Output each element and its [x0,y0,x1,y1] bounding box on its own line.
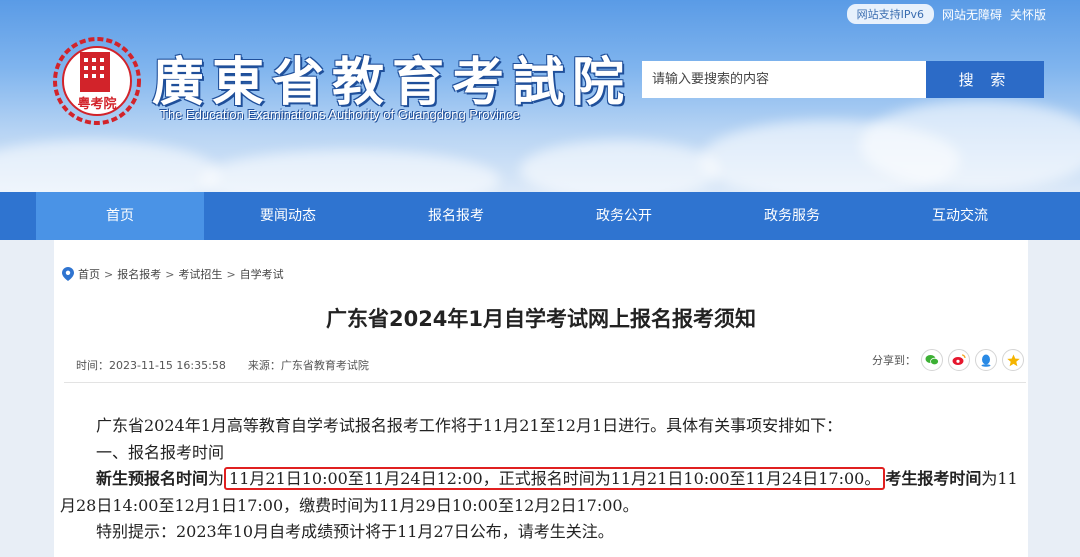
article-meta: 时间：2023-11-15 16:35:58 来源：广东省教育考试院 [76,357,369,373]
search-button[interactable]: 搜 索 [926,61,1044,98]
breadcrumb-registration[interactable]: 报名报考 [117,266,161,282]
qq-icon[interactable] [975,349,997,371]
main-nav: 首页 要闻动态 报名报考 政务公开 政务服务 互动交流 [0,192,1080,240]
new-student-label: 新生预报名时间 [96,469,209,488]
special-notice-paragraph: 特别提示：2023年10月自考成绩预计将于11月27日公布，请考生关注。 [96,522,614,541]
care-version-link[interactable]: 关怀版 [1010,6,1046,23]
search-box [642,61,926,98]
breadcrumb-exam-enrollment[interactable]: 考试招生 [178,266,222,282]
connector-text: 为 [208,469,225,488]
search-input[interactable] [642,61,926,98]
accessibility-link[interactable]: 网站无障碍 [942,6,1002,23]
article-body: 广东省2024年1月高等教育自学考试报名报考工作将于11月21至12月1日进行。… [60,413,1028,546]
article-source: 来源：广东省教育考试院 [247,359,369,372]
intro-paragraph: 广东省2024年1月高等教育自学考试报名报考工作将于11月21至12月1日进行。… [96,416,843,435]
site-subtitle: The Education Examinations Authority of … [160,107,520,122]
meta-divider [64,382,1026,383]
site-logo-icon[interactable]: 粤考院 [52,36,142,126]
nav-item-gov-info[interactable]: 政务公开 [540,192,708,240]
breadcrumb-separator: > [226,267,236,281]
breadcrumb-separator: > [104,267,114,281]
nav-item-interaction[interactable]: 互动交流 [876,192,1044,240]
publish-time: 时间：2023-11-15 16:35:58 [76,359,226,372]
location-pin-icon [62,267,74,281]
site-title: 廣東省教育考試院 [152,52,633,113]
registration-time-paragraph: 新生预报名时间为 11月21日10:00至11月24日12:00，正式报名时间为1… [60,466,1028,493]
payment-time-paragraph: 月28日14:00至12月1日17:00，缴费时间为11月29日10:00至12… [60,495,639,515]
wechat-icon[interactable] [921,349,943,371]
breadcrumb-home[interactable]: 首页 [78,266,100,282]
top-links: 网站支持IPv6 网站无障碍 关怀版 [846,4,1046,24]
section-heading-time: 一、报名报考时间 [96,442,225,462]
weibo-icon[interactable] [948,349,970,371]
breadcrumb: 首页 > 报名报考 > 考试招生 > 自学考试 [62,266,284,282]
article-container: 首页 > 报名报考 > 考试招生 > 自学考试 广东省2024年1月自学考试网上… [54,240,1028,557]
nav-item-news[interactable]: 要闻动态 [204,192,372,240]
highlighted-registration-dates: 11月21日10:00至11月24日12:00，正式报名时间为11月21日10:… [224,467,886,490]
nav-item-gov-service[interactable]: 政务服务 [708,192,876,240]
share-bar: 分享到： [872,349,1024,371]
share-label: 分享到： [872,354,916,367]
connector-text: 为11 [981,469,1018,488]
qzone-icon[interactable] [1002,349,1024,371]
exam-apply-label: 考生报考时间 [885,469,982,488]
nav-item-registration[interactable]: 报名报考 [372,192,540,240]
breadcrumb-self-study[interactable]: 自学考试 [240,266,284,282]
logo-text: 粤考院 [77,96,116,112]
ipv6-badge: 网站支持IPv6 [846,4,934,24]
nav-item-home[interactable]: 首页 [36,192,204,240]
site-header: 网站支持IPv6 网站无障碍 关怀版 粤考院 廣東省教育考試院 The Educ… [0,0,1080,192]
article-title: 广东省2024年1月自学考试网上报名报考须知 [325,307,757,331]
breadcrumb-separator: > [165,267,175,281]
